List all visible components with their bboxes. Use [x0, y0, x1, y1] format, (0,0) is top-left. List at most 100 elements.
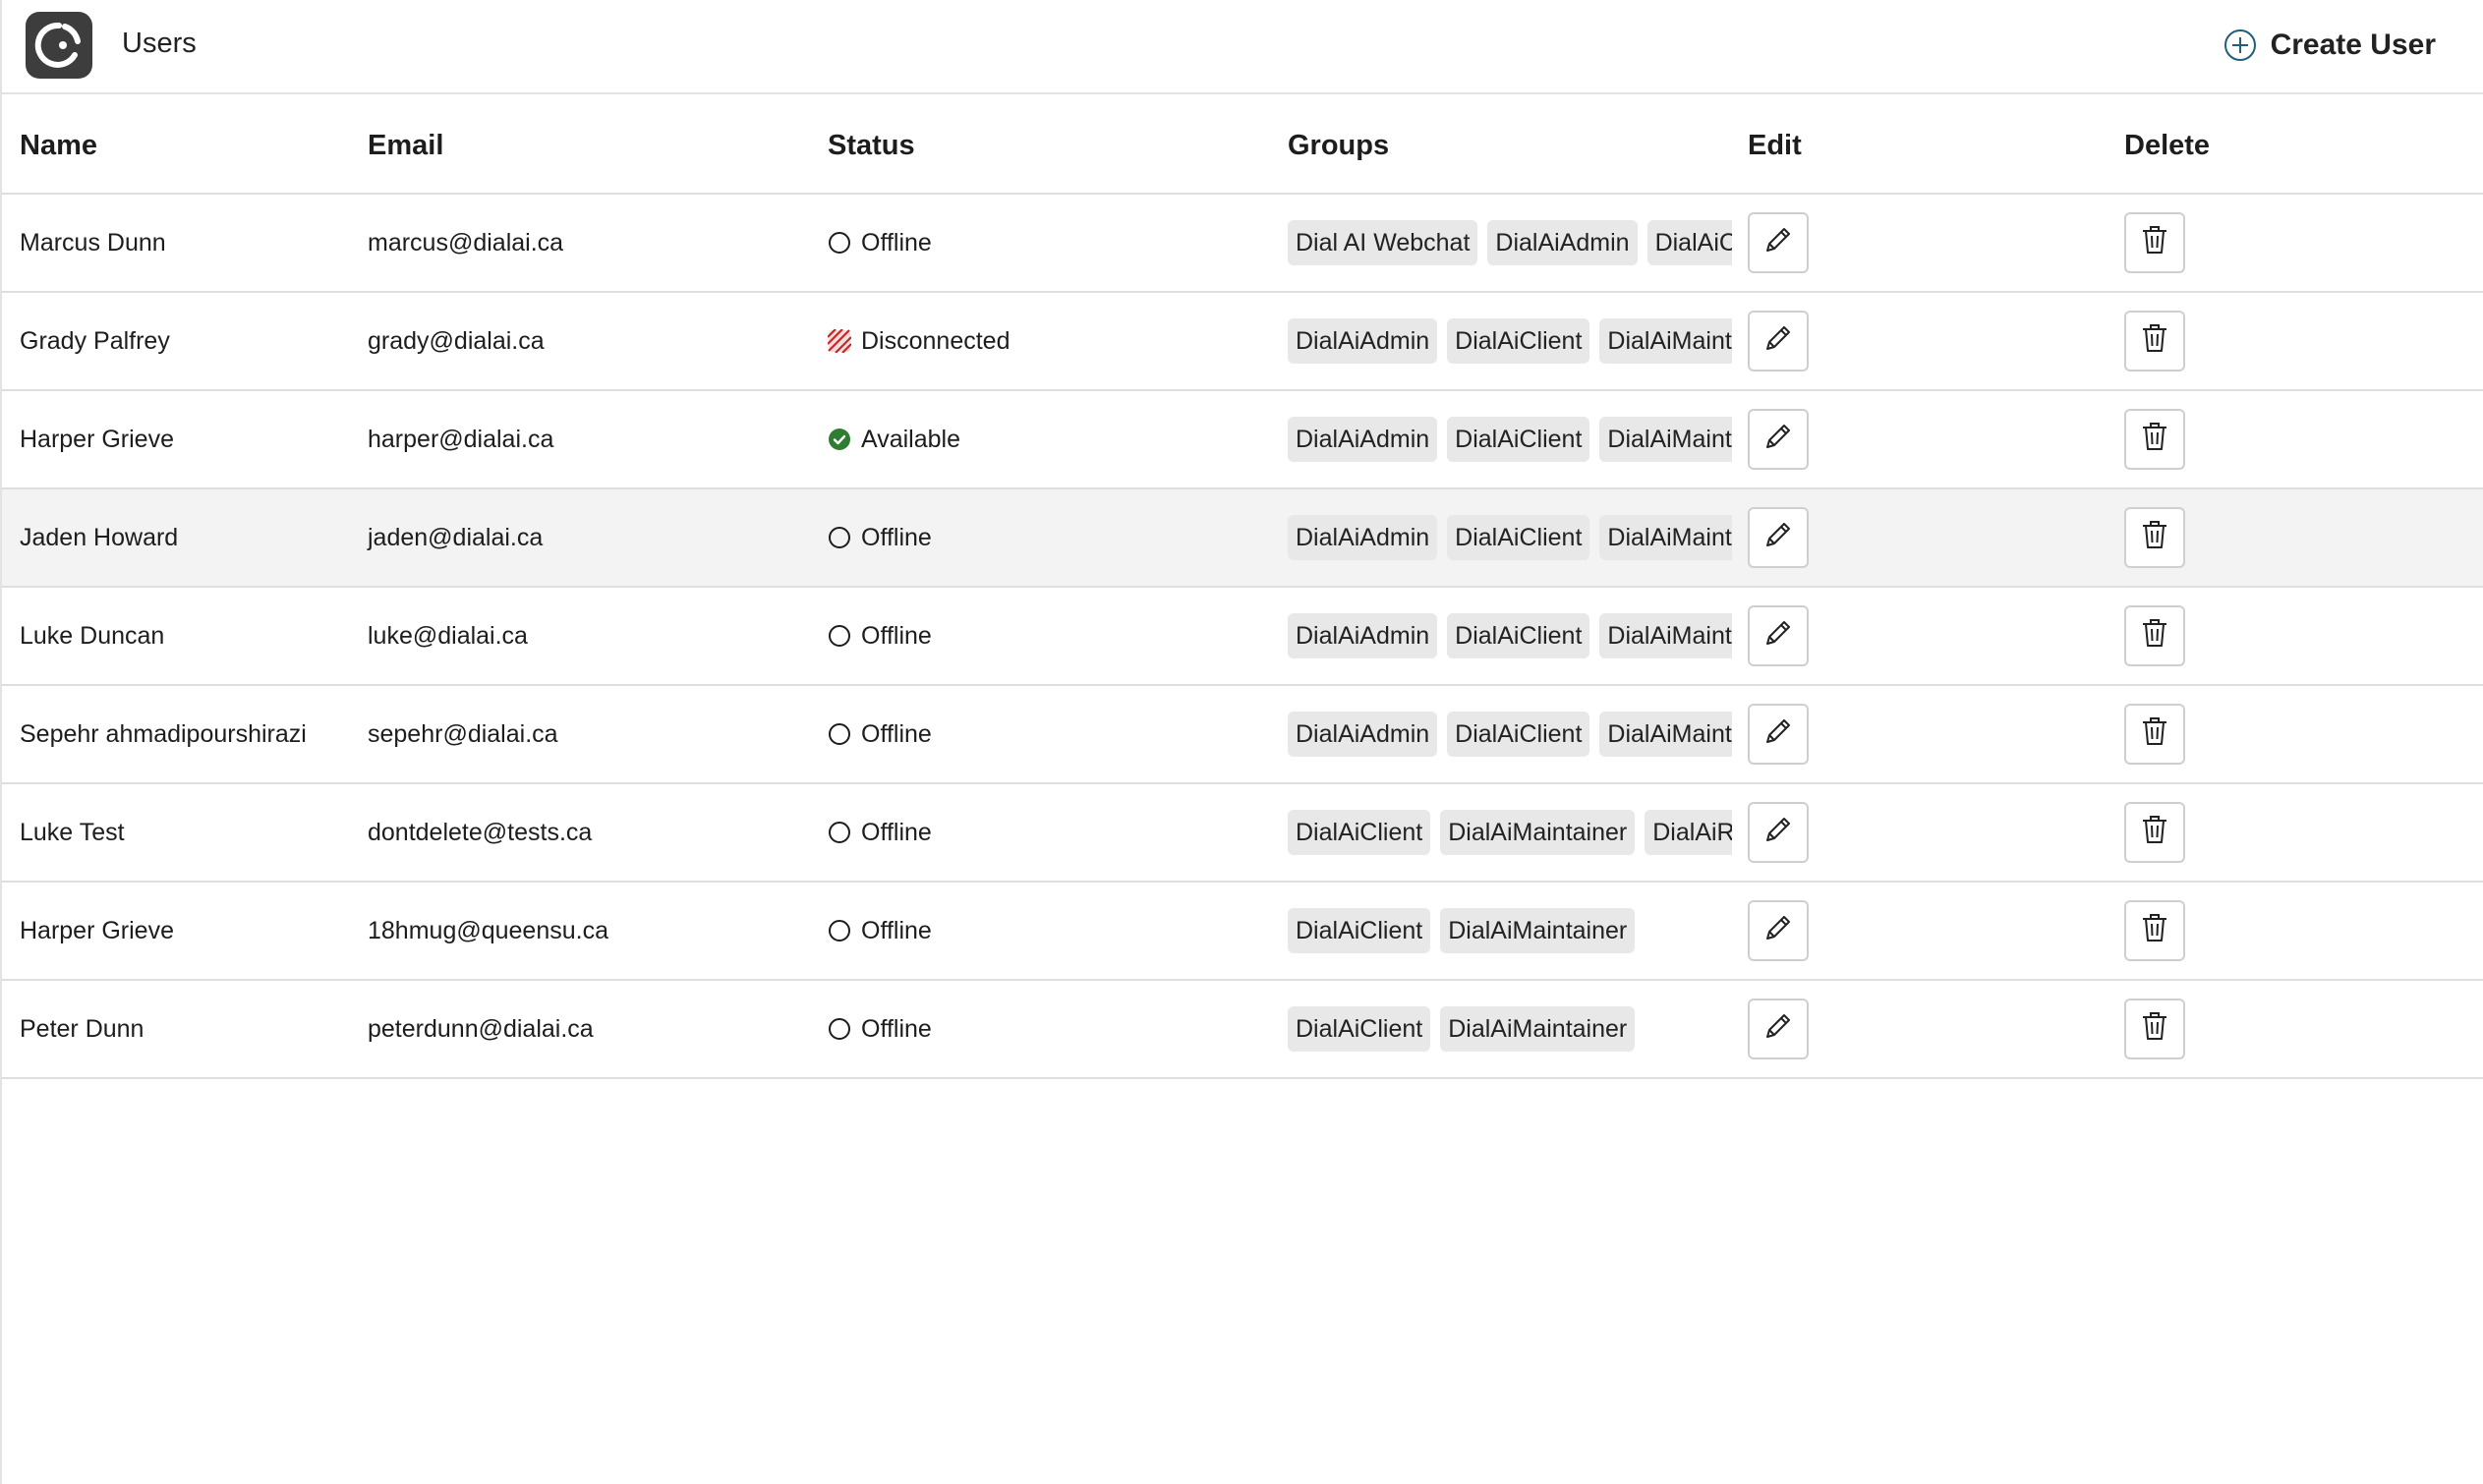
user-email: luke@dialai.ca: [368, 621, 528, 650]
user-name: Sepehr ahmadipourshirazi: [20, 719, 307, 748]
table-row[interactable]: Harper Grieve harper@dialai.ca Available Di…: [2, 391, 2483, 489]
trash-icon: [2139, 223, 2170, 263]
delete-button[interactable]: [2124, 605, 2185, 666]
delete-button[interactable]: [2124, 311, 2185, 371]
column-header-email[interactable]: Email: [368, 130, 443, 162]
status-label: Offline: [861, 818, 932, 846]
edit-cell: [1748, 391, 1809, 487]
create-user-label: Create User: [2270, 29, 2436, 61]
trash-icon: [2139, 616, 2170, 656]
user-status: Offline: [828, 489, 932, 586]
delete-button[interactable]: [2124, 999, 2185, 1059]
pencil-icon: [1761, 616, 1795, 656]
status-label: Available: [861, 425, 961, 453]
group-chip: DialAiClient: [1646, 220, 1732, 265]
table-row[interactable]: Harper Grieve 18hmug@queensu.ca Offline Dia…: [2, 883, 2483, 981]
delete-button[interactable]: [2124, 409, 2185, 470]
edit-button[interactable]: [1748, 900, 1809, 961]
edit-cell: [1748, 981, 1809, 1077]
trash-icon: [2139, 321, 2170, 362]
table-row[interactable]: Sepehr ahmadipourshirazi sepehr@dialai.ca…: [2, 686, 2483, 784]
pencil-icon: [1761, 813, 1795, 853]
group-chip: DialAiMaintainer: [1440, 908, 1636, 953]
edit-button[interactable]: [1748, 311, 1809, 371]
pencil-icon: [1761, 223, 1795, 263]
group-chip: DialAiR: [1645, 810, 1732, 855]
user-status: Offline: [828, 686, 932, 782]
pencil-icon: [1761, 321, 1795, 362]
app-logo-icon[interactable]: [26, 12, 92, 79]
edit-button[interactable]: [1748, 802, 1809, 863]
edit-cell: [1748, 195, 1809, 291]
user-status: Offline: [828, 195, 932, 291]
table-row[interactable]: Jaden Howard jaden@dialai.ca Offline DialAi…: [2, 489, 2483, 588]
user-status: Offline: [828, 981, 932, 1077]
edit-cell: [1748, 588, 1809, 684]
delete-button[interactable]: [2124, 900, 2185, 961]
table-row[interactable]: Peter Dunn peterdunn@dialai.ca Offline Dial…: [2, 981, 2483, 1079]
edit-button[interactable]: [1748, 409, 1809, 470]
trash-icon: [2139, 911, 2170, 951]
group-chip: DialAiMaintainer: [1599, 318, 1732, 364]
delete-button[interactable]: [2124, 212, 2185, 273]
create-user-button[interactable]: Create User: [2223, 24, 2436, 67]
trash-icon: [2139, 714, 2170, 755]
column-header-edit: Edit: [1748, 130, 1802, 161]
user-email: sepehr@dialai.ca: [368, 719, 558, 748]
user-email: peterdunn@dialai.ca: [368, 1014, 594, 1043]
edit-cell: [1748, 883, 1809, 979]
status-label: Offline: [861, 621, 932, 650]
user-email: jaden@dialai.ca: [368, 523, 544, 551]
status-label: Offline: [861, 916, 932, 944]
user-name: Luke Test: [20, 818, 125, 846]
edit-button[interactable]: [1748, 212, 1809, 273]
group-chip: DialAiClient: [1288, 1006, 1431, 1052]
user-email: grady@dialai.ca: [368, 326, 545, 355]
group-chip: DialAiAdmin: [1487, 220, 1638, 265]
user-name: Harper Grieve: [20, 916, 174, 944]
user-status: Available: [828, 391, 960, 487]
table-row[interactable]: Luke Test dontdelete@tests.ca Offline DialA…: [2, 784, 2483, 883]
user-groups: DialAiAdminDialAiClientDialAiMaintainer: [1288, 293, 1732, 389]
table-header: Name Email Status Groups Edit Delete: [2, 94, 2483, 195]
user-status: Disconnected: [828, 293, 1010, 389]
page-title: Users: [122, 28, 197, 59]
table-row[interactable]: Luke Duncan luke@dialai.ca Offline DialAiAd…: [2, 588, 2483, 686]
delete-cell: [2124, 784, 2185, 881]
status-offline-icon: [828, 1017, 851, 1041]
delete-button[interactable]: [2124, 704, 2185, 765]
edit-button[interactable]: [1748, 605, 1809, 666]
status-offline-icon: [828, 624, 851, 648]
trash-icon: [2139, 420, 2170, 460]
table-row[interactable]: Grady Palfrey grady@dialai.ca Disconnected…: [2, 293, 2483, 391]
status-label: Offline: [861, 228, 932, 257]
status-available-icon: [828, 428, 851, 451]
group-chip: DialAiMaintainer: [1599, 515, 1732, 560]
user-groups: DialAiAdminDialAiClientDialAiMaintainer: [1288, 686, 1732, 782]
column-header-name[interactable]: Name: [20, 130, 97, 162]
user-email: 18hmug@queensu.ca: [368, 916, 608, 944]
plus-circle-icon: [2223, 29, 2256, 61]
user-name: Jaden Howard: [20, 523, 179, 551]
table-row[interactable]: Marcus Dunn marcus@dialai.ca Offline Dial A…: [2, 195, 2483, 293]
delete-button[interactable]: [2124, 802, 2185, 863]
user-status: Offline: [828, 883, 932, 979]
edit-button[interactable]: [1748, 507, 1809, 568]
pencil-icon: [1761, 911, 1795, 951]
edit-button[interactable]: [1748, 704, 1809, 765]
edit-button[interactable]: [1748, 999, 1809, 1059]
group-chip: DialAiClient: [1447, 613, 1590, 658]
user-email: marcus@dialai.ca: [368, 228, 564, 257]
user-groups: DialAiClient DialAiMaintainer: [1288, 883, 1732, 979]
column-header-groups[interactable]: Groups: [1288, 130, 1389, 162]
user-name: Harper Grieve: [20, 425, 174, 453]
pencil-icon: [1761, 1009, 1795, 1050]
pencil-icon: [1761, 518, 1795, 558]
delete-button[interactable]: [2124, 507, 2185, 568]
group-chip: DialAiClient: [1447, 515, 1590, 560]
trash-icon: [2139, 813, 2170, 853]
trash-icon: [2139, 1009, 2170, 1050]
column-header-status[interactable]: Status: [828, 130, 915, 162]
group-chip: DialAiMaintainer: [1440, 1006, 1636, 1052]
group-chip: DialAiClient: [1447, 417, 1590, 462]
